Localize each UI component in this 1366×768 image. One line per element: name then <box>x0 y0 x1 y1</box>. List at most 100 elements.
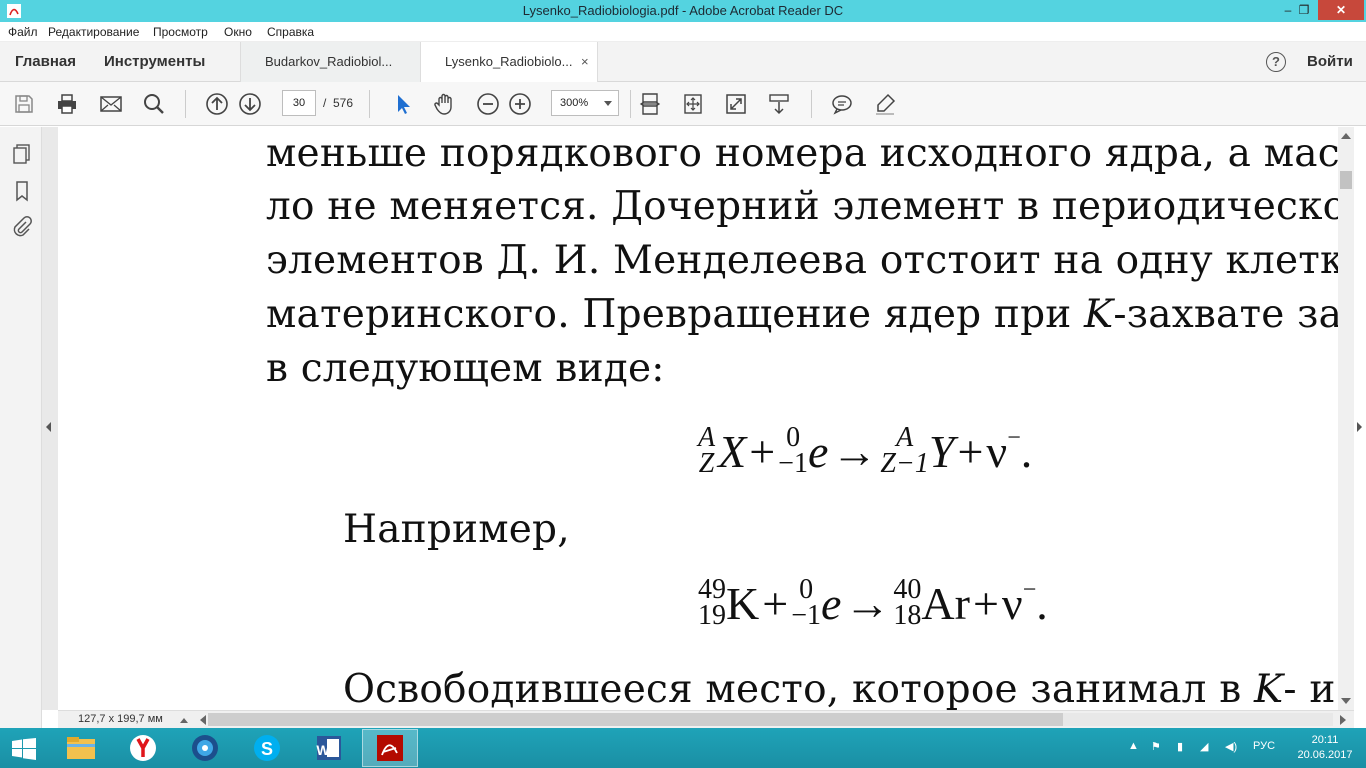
windows-taskbar: S W ▲ ⚑ ▮ ◢ ◀) РУС 20:11 20.06.2017 <box>0 728 1366 768</box>
fit-page-icon[interactable] <box>681 92 705 116</box>
hand-tool-icon[interactable] <box>433 92 457 116</box>
formula-operator: + <box>972 578 999 629</box>
full-screen-icon[interactable] <box>724 92 748 116</box>
skype-icon[interactable]: S <box>239 729 295 767</box>
formula-superscript-subscript: 49 19 <box>698 574 726 631</box>
input-language-indicator[interactable]: РУС <box>1253 740 1275 752</box>
formula-superscript-subscript: AZ <box>698 422 716 479</box>
document-tab-active[interactable]: Lysenko_Radiobiolo... × <box>420 42 598 82</box>
text-segment: материнского. Превращение ядер при <box>266 292 1085 337</box>
toolbar <box>0 82 1366 126</box>
highlight-icon[interactable] <box>873 92 897 116</box>
title-bar: Lysenko_Radiobiologia.pdf - Adobe Acroba… <box>0 0 1366 22</box>
formula-arrow: → <box>831 426 878 477</box>
previous-page-icon[interactable] <box>205 92 229 116</box>
formula-superscript: − <box>1007 425 1021 451</box>
formula-operator: + <box>749 426 776 477</box>
scroll-right-icon[interactable] <box>1340 715 1346 725</box>
print-icon[interactable] <box>55 92 79 116</box>
bookmark-icon[interactable] <box>11 180 33 202</box>
zoom-value: 300% <box>560 97 589 109</box>
scroll-mode-icon[interactable] <box>767 92 791 116</box>
zoom-out-icon[interactable] <box>476 92 500 116</box>
page-separator: / <box>323 96 327 110</box>
formula-superscript-subscript: A Z−1 <box>880 422 929 479</box>
fit-width-icon[interactable] <box>638 92 662 116</box>
word-icon[interactable]: W <box>301 729 357 767</box>
toolbar-divider <box>630 90 631 118</box>
tab-bar: Главная Инструменты Budarkov_Radiobiol..… <box>0 42 1366 82</box>
toolbar-divider <box>185 90 186 118</box>
show-hidden-icons-icon[interactable]: ▲ <box>1128 740 1139 752</box>
document-text-line: в следующем виде: <box>266 346 665 391</box>
zoom-select[interactable]: 300% <box>551 90 619 116</box>
text-italic-segment: K <box>1084 292 1114 337</box>
document-text-line: Освободившееся место, которое занимал в … <box>343 667 1336 710</box>
tab-tools[interactable]: Инструменты <box>104 53 205 70</box>
formula-period: . <box>1036 578 1048 629</box>
document-tab[interactable]: Budarkov_Radiobiol... <box>240 42 420 82</box>
clock-time: 20:11 <box>1311 734 1339 746</box>
windows-start-icon[interactable] <box>10 738 38 760</box>
clock-date: 20.06.2017 <box>1297 749 1353 761</box>
network-signal-icon[interactable]: ◢ <box>1200 740 1208 753</box>
scrollbar-thumb[interactable] <box>208 713 1063 726</box>
document-view[interactable]: меньше порядкового номера исходного ядра… <box>58 127 1338 710</box>
next-page-icon[interactable] <box>238 92 262 116</box>
formula-symbol: e <box>820 578 842 629</box>
email-icon[interactable] <box>99 92 123 116</box>
search-icon[interactable] <box>142 92 166 116</box>
formula-period: . <box>1020 426 1033 477</box>
menu-window[interactable]: Окно <box>224 25 252 39</box>
chevron-down-icon <box>604 101 612 106</box>
tab-close-icon[interactable]: × <box>581 54 589 69</box>
formula-symbol: ν <box>1001 578 1023 629</box>
file-explorer-icon[interactable] <box>53 729 109 767</box>
scrollbar-thumb[interactable] <box>1340 171 1352 189</box>
svg-text:S: S <box>261 739 273 759</box>
page-thumbnails-icon[interactable] <box>11 143 33 165</box>
action-center-flag-icon[interactable]: ⚑ <box>1151 740 1161 753</box>
status-bar: 127,7 x 199,7 мм <box>58 710 1354 728</box>
help-icon[interactable]: ? <box>1266 52 1286 72</box>
text-italic-segment: K <box>1254 667 1284 710</box>
formula-symbol: Y <box>928 426 955 477</box>
tab-home[interactable]: Главная <box>15 53 76 70</box>
menu-bar: Файл Редактирование Просмотр Окно Справк… <box>0 22 1366 42</box>
yandex-browser-icon[interactable] <box>115 729 171 767</box>
formula-superscript-subscript: 40 18 <box>893 574 922 631</box>
vertical-scrollbar[interactable] <box>1338 127 1354 710</box>
formula-symbol: X <box>718 426 747 477</box>
scroll-down-icon[interactable] <box>1341 698 1351 704</box>
system-clock[interactable]: 20:11 20.06.2017 <box>1296 733 1354 763</box>
document-text-line: ло не меняется. Дочерний элемент в перио… <box>266 184 1338 229</box>
sign-in-link[interactable]: Войти <box>1307 53 1353 70</box>
scroll-up-icon[interactable] <box>1341 133 1351 139</box>
comment-icon[interactable] <box>830 92 854 116</box>
select-tool-icon[interactable] <box>391 92 415 116</box>
left-panel-toggle-icon[interactable] <box>44 420 54 434</box>
media-player-icon[interactable] <box>177 729 233 767</box>
close-button[interactable]: ✕ <box>1318 0 1364 20</box>
document-tab-label: Lysenko_Radiobiolo... <box>445 54 573 69</box>
document-tab-label: Budarkov_Radiobiol... <box>265 54 393 69</box>
volume-icon[interactable]: ◀) <box>1225 740 1237 753</box>
chevron-up-icon[interactable] <box>180 718 188 723</box>
zoom-in-icon[interactable] <box>508 92 532 116</box>
acrobat-reader-taskbar-icon[interactable] <box>362 729 418 767</box>
page-number-input[interactable] <box>282 90 316 116</box>
formula-operator: + <box>762 578 789 629</box>
maximize-button[interactable]: ❐ <box>1291 0 1317 20</box>
attachment-icon[interactable] <box>11 216 33 238</box>
menu-edit[interactable]: Редактирование <box>48 25 139 39</box>
battery-icon[interactable]: ▮ <box>1177 740 1183 753</box>
horizontal-scrollbar[interactable] <box>208 713 1333 726</box>
scroll-left-icon[interactable] <box>200 715 206 725</box>
menu-help[interactable]: Справка <box>267 25 314 39</box>
page-size-label: 127,7 x 199,7 мм <box>78 713 163 725</box>
menu-view[interactable]: Просмотр <box>153 25 208 39</box>
menu-file[interactable]: Файл <box>8 25 38 39</box>
right-panel-toggle-icon[interactable] <box>1354 420 1364 434</box>
nuclear-reaction-formula: AZ X + 0 −1 e → A Z−1 Y + ν−. <box>698 422 1033 479</box>
save-icon[interactable] <box>12 92 36 116</box>
